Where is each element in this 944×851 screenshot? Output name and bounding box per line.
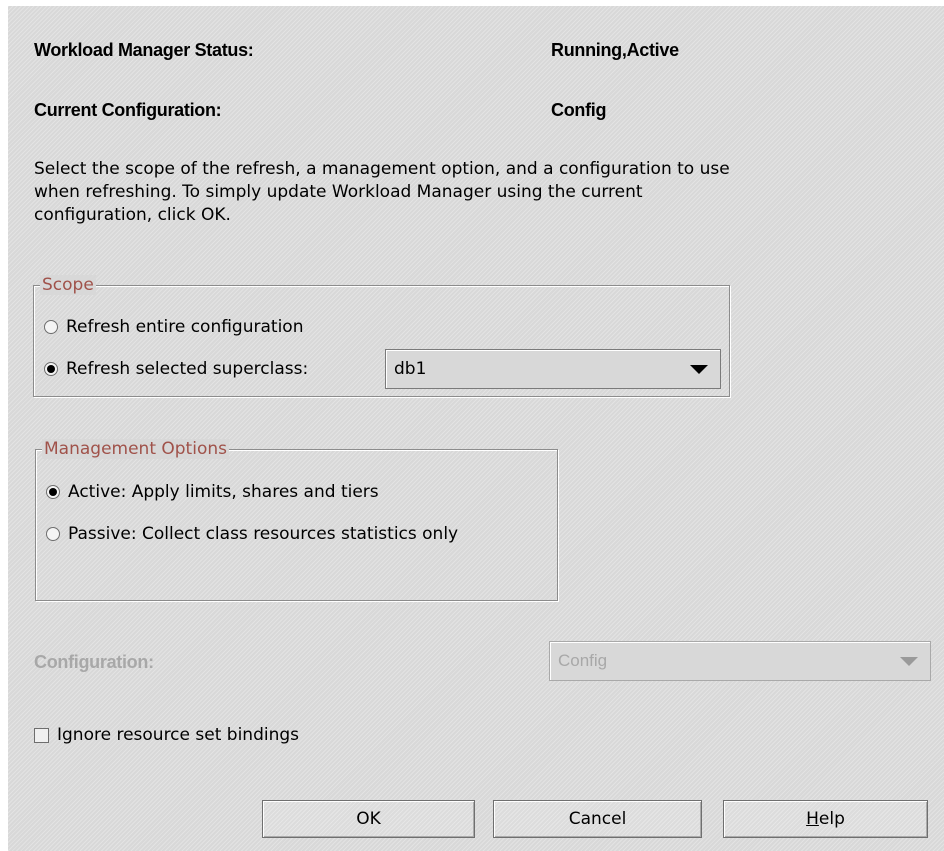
management-option-active[interactable]: Active: Apply limits, shares and tiers xyxy=(46,480,379,504)
checkbox-icon[interactable] xyxy=(34,727,49,743)
status-label: Workload Manager Status: xyxy=(34,40,254,60)
management-option-passive[interactable]: Passive: Collect class resources statist… xyxy=(46,522,458,546)
management-options-group: Management Options Active: Apply limits,… xyxy=(35,439,558,601)
ignore-bindings-label: Ignore resource set bindings xyxy=(57,725,300,745)
radio-icon[interactable] xyxy=(46,527,60,541)
superclass-value: db1 xyxy=(394,359,427,379)
scope-option-selected-label: Refresh selected superclass: xyxy=(66,359,309,379)
scope-option-selected[interactable]: Refresh selected superclass: xyxy=(44,357,308,381)
refresh-dialog: Workload Manager Status: Running,Active … xyxy=(8,6,944,851)
management-option-active-label: Active: Apply limits, shares and tiers xyxy=(68,482,379,502)
chevron-down-icon xyxy=(900,657,918,666)
ok-button[interactable]: OK xyxy=(262,800,475,838)
chevron-down-icon xyxy=(690,365,708,374)
current-config-label: Current Configuration: xyxy=(34,100,222,120)
configuration-label: Configuration: xyxy=(34,652,154,672)
scope-option-entire[interactable]: Refresh entire configuration xyxy=(44,315,303,339)
superclass-dropdown[interactable]: db1 xyxy=(385,349,721,389)
configuration-dropdown[interactable]: Config xyxy=(549,641,931,681)
status-value: Running,Active xyxy=(551,40,679,60)
cancel-button[interactable]: Cancel xyxy=(493,800,702,838)
radio-selected-icon[interactable] xyxy=(44,362,58,376)
radio-selected-icon[interactable] xyxy=(46,485,60,499)
scope-group: Scope Refresh entire configuration Refre… xyxy=(33,275,730,397)
scope-legend: Scope xyxy=(40,275,96,295)
current-config-value: Config xyxy=(551,100,607,120)
management-legend: Management Options xyxy=(42,439,229,459)
help-label-rest: elp xyxy=(818,809,845,829)
scope-option-entire-label: Refresh entire configuration xyxy=(66,317,304,337)
management-option-passive-label: Passive: Collect class resources statist… xyxy=(68,524,459,544)
radio-icon[interactable] xyxy=(44,320,58,334)
help-mnemonic: H xyxy=(806,809,819,829)
description-text: Select the scope of the refresh, a manag… xyxy=(34,159,730,225)
configuration-value: Config xyxy=(558,651,608,670)
ignore-bindings-option[interactable]: Ignore resource set bindings xyxy=(34,723,299,747)
help-button[interactable]: Help xyxy=(723,800,928,838)
